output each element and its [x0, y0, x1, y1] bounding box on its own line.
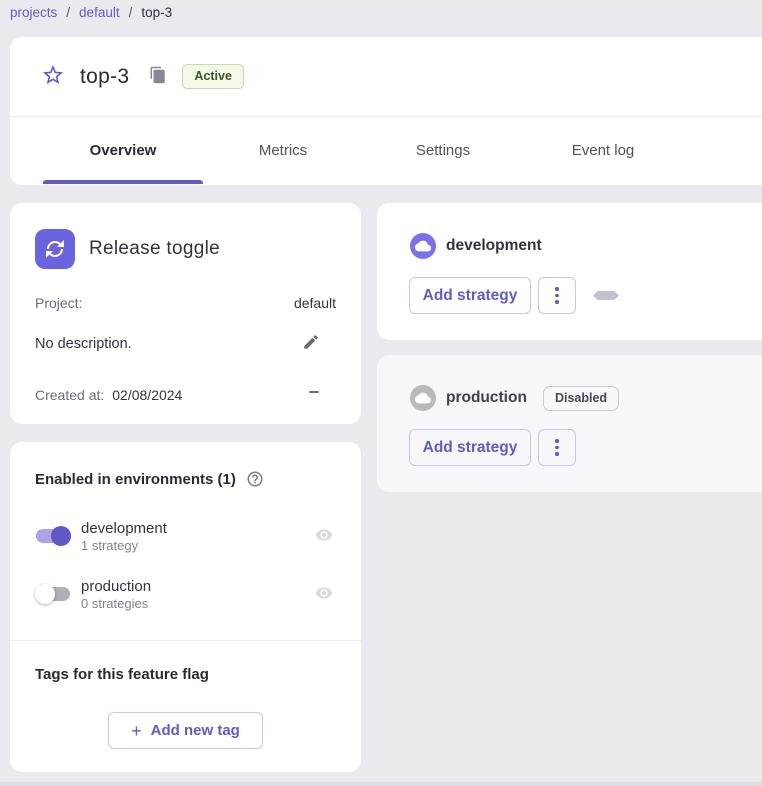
toggle-thumb — [35, 584, 55, 604]
environment-strategy-count: 0 strategies — [81, 596, 151, 611]
copy-icon — [149, 66, 167, 87]
disabled-badge: Disabled — [543, 386, 619, 411]
feature-header-row: top-3 Active — [10, 37, 762, 117]
plus-icon: + — [131, 722, 142, 740]
status-badge: Active — [182, 64, 244, 89]
environment-toggle-row: development 1 strategy — [35, 516, 333, 556]
breadcrumb-separator: / — [129, 5, 133, 20]
tab-metrics[interactable]: Metrics — [203, 117, 363, 184]
collapse-icon — [309, 391, 319, 393]
flag-metadata-card: Release toggle Project: default No descr… — [10, 203, 361, 424]
add-new-tag-button[interactable]: + Add new tag — [108, 712, 263, 749]
breadcrumb-link-projects[interactable]: projects — [10, 5, 57, 20]
add-strategy-button[interactable]: Add strategy — [409, 277, 531, 314]
tab-bar: Overview Metrics Settings Event log — [10, 117, 762, 184]
environment-labels: production 0 strategies — [81, 578, 151, 611]
tab-settings[interactable]: Settings — [363, 117, 523, 184]
breadcrumb-link-default[interactable]: default — [79, 5, 120, 20]
help-icon[interactable] — [246, 470, 264, 488]
favorite-button[interactable] — [41, 65, 65, 89]
cloud-icon — [410, 385, 436, 411]
tab-event-log[interactable]: Event log — [523, 117, 683, 184]
tab-overview[interactable]: Overview — [43, 117, 203, 184]
environments-card: Enabled in environments (1) development … — [10, 442, 361, 772]
development-toggle[interactable] — [35, 526, 71, 546]
environment-labels: development 1 strategy — [81, 520, 167, 553]
panel-header: production Disabled — [410, 385, 619, 411]
breadcrumb-current: top-3 — [141, 5, 172, 20]
environment-menu-button[interactable] — [538, 277, 576, 314]
page-title: top-3 — [80, 65, 129, 89]
eye-icon — [315, 526, 333, 547]
development-environment-panel: development Add strategy — [377, 203, 762, 340]
environment-name: production — [446, 389, 527, 407]
description-row: No description. — [35, 336, 336, 352]
panel-header: development — [410, 233, 542, 259]
production-toggle[interactable] — [35, 584, 71, 604]
add-new-tag-label: Add new tag — [151, 722, 240, 739]
star-icon — [41, 63, 65, 90]
release-toggle-icon — [35, 229, 75, 269]
panel-actions: Add strategy — [409, 277, 619, 314]
strategy-separator-icon — [593, 291, 619, 300]
kebab-icon — [555, 439, 559, 456]
flag-type-header: Release toggle — [35, 229, 220, 269]
created-label: Created at: — [35, 387, 104, 403]
environment-toggle-row: production 0 strategies — [35, 574, 333, 614]
environments-title: Enabled in environments (1) — [35, 471, 236, 488]
cloud-icon — [410, 233, 436, 259]
kebab-icon — [555, 287, 559, 304]
card-divider — [10, 640, 361, 641]
description-text: No description. — [35, 336, 132, 352]
tags-title: Tags for this feature flag — [35, 666, 209, 683]
project-row: Project: default — [35, 295, 336, 311]
environment-name: production — [81, 578, 151, 595]
edit-icon — [302, 333, 320, 354]
environment-name: development — [81, 520, 167, 537]
environment-strategy-count: 1 strategy — [81, 538, 167, 553]
collapse-button[interactable] — [307, 385, 321, 399]
environments-title-row: Enabled in environments (1) — [35, 470, 264, 488]
production-environment-panel: production Disabled Add strategy — [377, 355, 762, 492]
bottom-divider — [0, 782, 762, 786]
eye-icon — [315, 584, 333, 605]
breadcrumb: projects / default / top-3 — [0, 0, 762, 25]
flag-type-label: Release toggle — [89, 238, 220, 260]
panel-actions: Add strategy — [409, 429, 576, 466]
created-value: 02/08/2024 — [112, 387, 182, 403]
toggle-thumb — [51, 526, 71, 546]
view-environment-button[interactable] — [315, 585, 333, 603]
feature-header-card: top-3 Active Overview Metrics Settings E… — [10, 37, 762, 185]
created-row: Created at: 02/08/2024 — [35, 387, 336, 403]
project-value: default — [294, 295, 336, 311]
breadcrumb-separator: / — [66, 5, 70, 20]
edit-description-button[interactable] — [301, 333, 321, 353]
copy-name-button[interactable] — [149, 68, 167, 86]
add-strategy-button[interactable]: Add strategy — [409, 429, 531, 466]
environment-menu-button[interactable] — [538, 429, 576, 466]
view-environment-button[interactable] — [315, 527, 333, 545]
environment-name: development — [446, 237, 542, 255]
project-label: Project: — [35, 295, 82, 311]
